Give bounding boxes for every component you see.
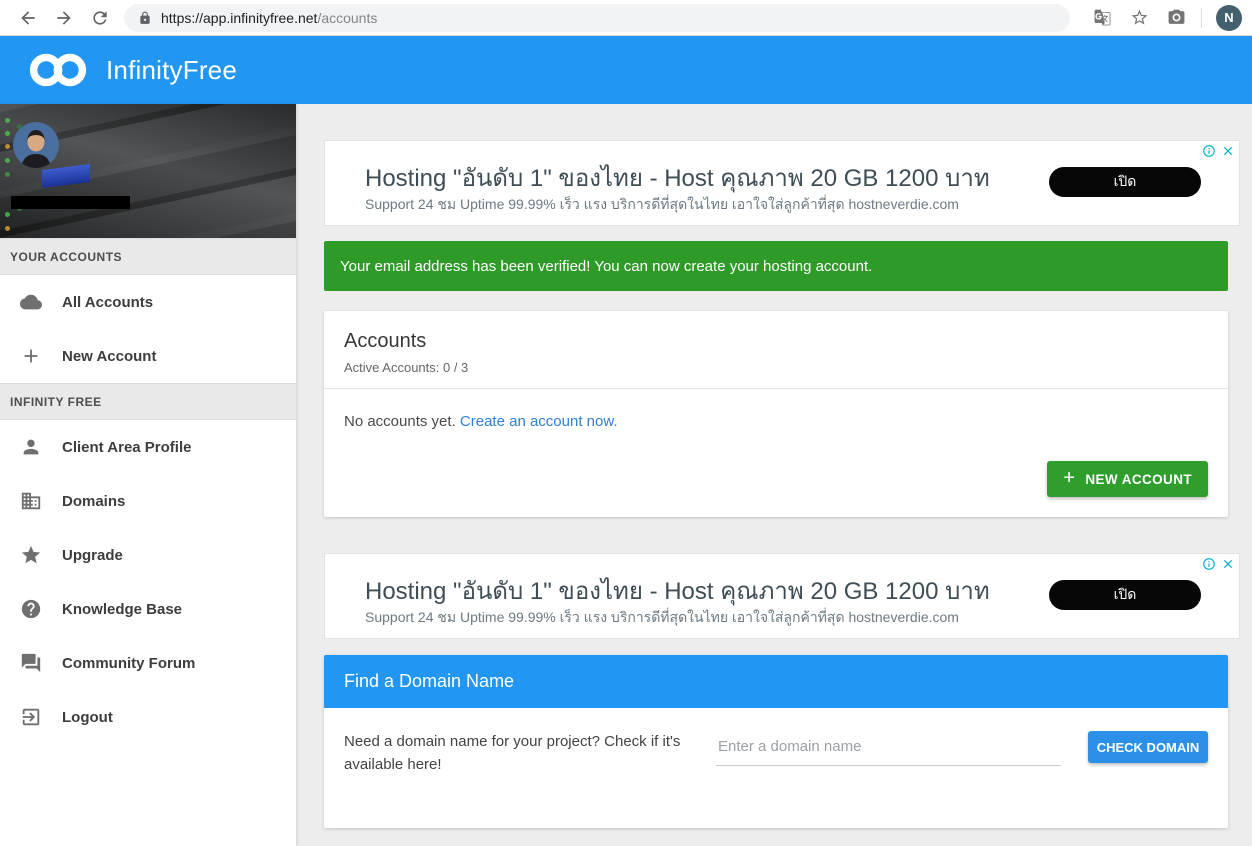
new-account-button[interactable]: + NEW ACCOUNT: [1047, 461, 1208, 497]
accounts-card-body: No accounts yet. Create an account now.: [324, 389, 1228, 430]
app-header: InfinityFree: [0, 36, 1252, 104]
ad-banner-bottom[interactable]: Hosting "อันดับ 1" ของไทย - Host คุณภาพ …: [324, 553, 1240, 639]
active-accounts-count: Active Accounts: 0 / 3: [344, 360, 1208, 375]
url-text: https://app.infinityfree.net/accounts: [161, 10, 377, 26]
translate-icon[interactable]: [1093, 8, 1112, 27]
domain-description: Need a domain name for your project? Che…: [344, 730, 689, 777]
address-bar[interactable]: https://app.infinityfree.net/accounts: [124, 4, 1070, 32]
sidebar-item-all-accounts[interactable]: All Accounts: [0, 275, 296, 329]
plus-icon: [20, 345, 42, 367]
sidebar-item-new-account[interactable]: New Account: [0, 329, 296, 383]
sidebar-item-community-forum[interactable]: Community Forum: [0, 636, 296, 690]
help-icon: [20, 598, 42, 620]
ad-info-icon[interactable]: [1202, 144, 1216, 158]
lock-icon: [138, 11, 152, 25]
no-accounts-text: No accounts yet.: [344, 413, 460, 430]
domain-icon: [20, 490, 42, 512]
logout-icon: [20, 706, 42, 728]
ad-close-icon[interactable]: [1221, 557, 1235, 571]
find-domain-card: Find a Domain Name Need a domain name fo…: [324, 655, 1228, 828]
cloud-icon: [20, 291, 42, 313]
sidebar-profile: [0, 104, 296, 238]
domain-input[interactable]: [716, 738, 1061, 766]
server-leds-decoration: [5, 118, 10, 123]
ad-subtitle: Support 24 ชม Uptime 99.99% เร็ว แรง บริ…: [365, 194, 959, 216]
section-header-infinity-free: INFINITY FREE: [0, 383, 296, 420]
ad-subtitle: Support 24 ชม Uptime 99.99% เร็ว แรง บริ…: [365, 607, 959, 629]
accounts-title: Accounts: [344, 330, 1208, 353]
sidebar-item-knowledge-base[interactable]: Knowledge Base: [0, 582, 296, 636]
accounts-card-header: Accounts Active Accounts: 0 / 3: [324, 311, 1228, 389]
find-domain-body: Need a domain name for your project? Che…: [324, 708, 1228, 828]
ad-title: Hosting "อันดับ 1" ของไทย - Host คุณภาพ …: [365, 158, 990, 197]
sidebar-item-upgrade[interactable]: Upgrade: [0, 528, 296, 582]
infinity-icon: [26, 50, 90, 90]
sidebar-item-label: Logout: [62, 709, 113, 726]
ad-title: Hosting "อันดับ 1" ของไทย - Host คุณภาพ …: [365, 571, 990, 610]
find-domain-header: Find a Domain Name: [324, 655, 1228, 708]
alert-text: Your email address has been verified! Yo…: [340, 258, 872, 275]
sidebar-item-label: Domains: [62, 493, 125, 510]
ad-close-icon[interactable]: [1221, 144, 1235, 158]
toolbar-divider: [1201, 8, 1202, 28]
camera-icon[interactable]: [1167, 8, 1186, 27]
sidebar-item-domains[interactable]: Domains: [0, 474, 296, 528]
ad-open-button[interactable]: เปิด: [1049, 167, 1201, 197]
sidebar-item-label: Knowledge Base: [62, 601, 182, 618]
sidebar-item-label: Community Forum: [62, 655, 195, 672]
forum-icon: [20, 652, 42, 674]
check-domain-button[interactable]: CHECK DOMAIN: [1088, 731, 1208, 763]
email-verified-alert: Your email address has been verified! Yo…: [324, 241, 1228, 291]
back-icon[interactable]: [18, 8, 38, 28]
sidebar-item-label: New Account: [62, 348, 156, 365]
sidebar-nav: YOUR ACCOUNTS All Accounts New Account INFI…: [0, 238, 296, 744]
plus-icon: +: [1063, 468, 1075, 488]
user-avatar[interactable]: [13, 122, 59, 168]
sidebar-item-label: Upgrade: [62, 547, 123, 564]
star-icon: [20, 544, 42, 566]
url-host: https://app.infinityfree.net: [161, 10, 317, 26]
url-path: /accounts: [317, 10, 377, 26]
main-content: Hosting "อันดับ 1" ของไทย - Host คุณภาพ …: [296, 104, 1252, 846]
bookmark-star-icon[interactable]: [1130, 8, 1149, 27]
forward-icon[interactable]: [54, 8, 74, 28]
ad-banner-top[interactable]: Hosting "อันดับ 1" ของไทย - Host คุณภาพ …: [324, 140, 1240, 226]
browser-profile-avatar[interactable]: N: [1216, 5, 1242, 31]
sidebar-item-label: All Accounts: [62, 294, 153, 311]
find-domain-title: Find a Domain Name: [344, 671, 514, 692]
browser-toolbar: https://app.infinityfree.net/accounts N: [0, 0, 1252, 36]
brand-title: InfinityFree: [106, 55, 237, 86]
sidebar-item-client-area-profile[interactable]: Client Area Profile: [0, 420, 296, 474]
reload-icon[interactable]: [90, 8, 110, 28]
sidebar: YOUR ACCOUNTS All Accounts New Account INFI…: [0, 104, 296, 846]
section-header-your-accounts: YOUR ACCOUNTS: [0, 238, 296, 275]
new-account-button-label: NEW ACCOUNT: [1085, 472, 1192, 487]
accounts-card: Accounts Active Accounts: 0 / 3 No accou…: [324, 311, 1228, 517]
person-icon: [20, 436, 42, 458]
username-redaction: [11, 196, 130, 209]
create-account-link[interactable]: Create an account now.: [460, 413, 618, 430]
sidebar-item-label: Client Area Profile: [62, 439, 191, 456]
ad-info-icon[interactable]: [1202, 557, 1216, 571]
sidebar-item-logout[interactable]: Logout: [0, 690, 296, 744]
ad-open-button[interactable]: เปิด: [1049, 580, 1201, 610]
server-lcd-decoration: [42, 164, 90, 188]
